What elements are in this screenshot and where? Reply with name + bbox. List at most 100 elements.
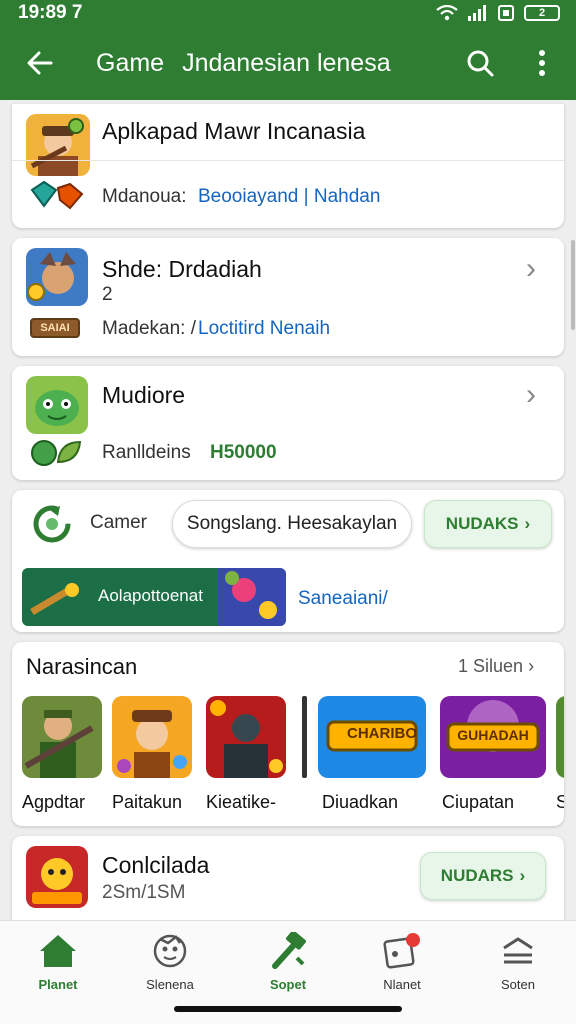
chevron-right-icon: › [526, 252, 536, 285]
nav-label: Sopet [269, 977, 307, 992]
game-tile[interactable]: Kieatike- [206, 696, 288, 813]
chevron-right-icon: › [526, 378, 536, 411]
toolbar: Game Jndanesian lenesa [0, 26, 576, 100]
app-bar: 19:89 7 2 Game Jndanesian lenesa [0, 0, 576, 100]
game-thumbnail [206, 696, 286, 778]
nav-label: Slenena [146, 977, 194, 992]
item-title: Mudiore [102, 382, 186, 408]
list-item[interactable]: Mudiore Ranlldeins H50000 › [12, 366, 564, 480]
meta-label: Ranlldeins [102, 442, 191, 463]
divider [302, 696, 307, 778]
promo-banner[interactable]: Aolapottoenat [22, 568, 286, 626]
wifi-icon [436, 5, 458, 21]
chevron-right-icon: › [519, 866, 526, 885]
page-title-part: lenesa [316, 48, 391, 77]
app-icon [26, 846, 88, 908]
game-name: Paitakun [112, 792, 183, 812]
game-thumbnail [112, 696, 192, 778]
gem-icon [30, 180, 84, 210]
more-vert-icon [539, 50, 545, 76]
badge: SAIAI [30, 318, 80, 338]
promo-card: Camer Songslang. Heesakaylan NUDAKS › Ao… [12, 490, 564, 632]
game-art-title: CHARIBO [347, 725, 417, 742]
nav-item-tools[interactable]: Sopet [238, 931, 338, 992]
signal-icon [468, 5, 486, 21]
promo-chip[interactable]: Songslang. Heesakaylan [172, 500, 412, 548]
promo-action-button[interactable]: NUDAKS › [424, 500, 552, 548]
app-icon [26, 114, 90, 176]
game-art-title: GUHADAH [457, 727, 529, 743]
divider [12, 160, 564, 161]
meta-value: H50000 [210, 442, 277, 463]
game-tile[interactable]: S [556, 696, 564, 813]
nav-label: Planet [38, 977, 78, 992]
nav-label: Nlanet [383, 977, 421, 992]
game-tile[interactable]: Paitakun [112, 696, 194, 813]
game-name: Diuadkan [322, 792, 399, 812]
game-tile[interactable]: CHARIBO Diuadkan [318, 696, 426, 813]
meta-link[interactable]: Beooiayand | Nahdan [198, 186, 380, 208]
refresh-icon [32, 504, 72, 544]
battery-icon: 2 [524, 5, 560, 21]
banner-text: Aolapottoenat [98, 586, 203, 605]
nav-item-notifications[interactable]: Nlanet [352, 931, 452, 992]
game-thumbnail: GUHADAH [440, 696, 546, 778]
meta-link[interactable]: Loctitird Nenaih [198, 318, 330, 340]
install-button[interactable]: NUDARS › [420, 852, 546, 900]
hammer-icon [272, 932, 306, 969]
status-bar: 19:89 7 2 [0, 0, 576, 26]
status-time: 19:89 7 [18, 2, 83, 23]
game-name: S [556, 792, 564, 812]
game-thumbnail: CHARIBO [318, 696, 426, 778]
item-title: Conlcilada [102, 852, 210, 878]
sim-icon [498, 5, 514, 21]
nav-label: Soten [501, 977, 535, 992]
promo-chip-label: Songslang. Heesakaylan [186, 513, 398, 534]
chevron-right-icon: › [524, 514, 531, 533]
header-title: Aplkapad Mawr Incanasia [102, 118, 366, 144]
app-icon [26, 248, 88, 306]
item-subtitle: 2Sm/1SM [102, 882, 186, 903]
see-more-label: 1 Siluen [458, 656, 524, 676]
meta-label: Madekan: / [102, 318, 196, 339]
game-name: Kieatike- [206, 792, 277, 812]
page-title-part: Jndanesian [182, 48, 310, 77]
chevron-right-icon: › [528, 656, 535, 676]
page-title-part: Game [96, 48, 165, 77]
game-thumbnail [556, 696, 564, 778]
page-title: Game Jndanesian lenesa [96, 49, 438, 78]
meta-label: Mdanoua: [102, 186, 187, 207]
arrow-left-icon [27, 51, 53, 75]
see-more-link[interactable]: 1 Siluen › [458, 656, 534, 677]
game-name: Ciupatan [442, 792, 515, 812]
menu-icon [503, 937, 533, 964]
home-icon [40, 935, 76, 967]
back-button[interactable] [22, 45, 58, 81]
list-item[interactable]: Shde: Drdadiah 2 SAIAI Madekan: / Loctit… [12, 238, 564, 356]
leaf-icon [30, 438, 82, 468]
controller-icon [153, 934, 187, 968]
section-title: Narasincan [26, 654, 138, 679]
promo-label: Camer [90, 512, 148, 533]
banner-link[interactable]: Saneaiani/ [298, 588, 388, 610]
list-item[interactable]: Conlcilada 2Sm/1SM NUDARS › [12, 836, 564, 922]
more-options-button[interactable] [522, 43, 562, 83]
notification-icon [383, 933, 420, 969]
game-tile[interactable]: Agpdtar [22, 696, 104, 813]
app-icon [26, 376, 88, 434]
promo-action-label: NUDAKS [445, 514, 519, 533]
game-tile[interactable]: GUHADAH Ciupatan [440, 696, 546, 813]
install-label: NUDARS [440, 866, 514, 885]
item-count: 2 [102, 284, 113, 305]
nav-item-menu[interactable]: Soten [468, 931, 568, 992]
search-icon [467, 50, 494, 77]
header-card[interactable]: Aplkapad Mawr Incanasia Mdanoua: Beooiay… [12, 104, 564, 228]
scrollbar[interactable] [571, 240, 575, 330]
games-section: Narasincan 1 Siluen › Agpdtar Paitakun K… [12, 642, 564, 826]
nav-item-games[interactable]: Slenena [120, 931, 220, 992]
nav-item-home[interactable]: Planet [8, 931, 108, 992]
home-indicator[interactable] [174, 1006, 402, 1012]
search-button[interactable] [460, 43, 500, 83]
status-icons: 2 [436, 5, 560, 21]
game-name: Agpdtar [22, 792, 86, 812]
